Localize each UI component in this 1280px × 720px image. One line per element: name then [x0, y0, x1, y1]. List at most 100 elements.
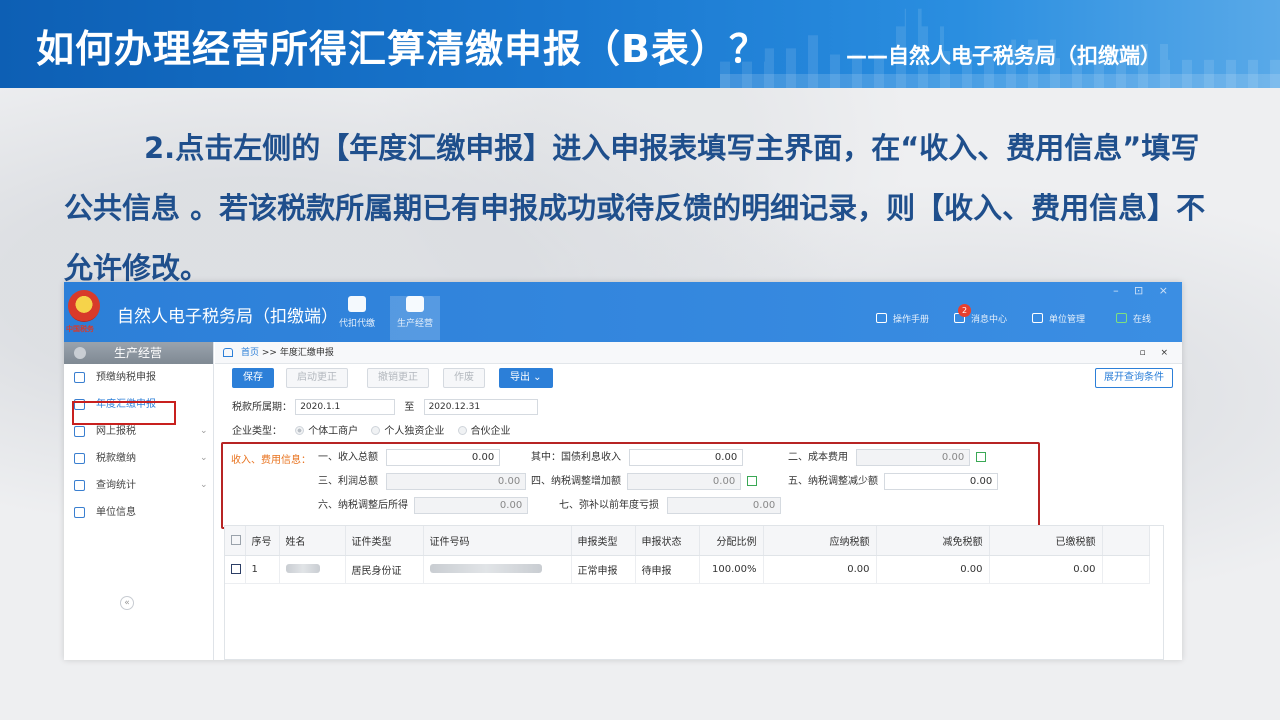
start-correction-button[interactable]: 启动更正: [286, 368, 348, 388]
period-start-value: 2020.1.1: [300, 402, 341, 412]
cost-expense-field: 二、成本费用 0.00: [788, 448, 987, 466]
period-end-field[interactable]: 2020.12.31: [423, 399, 538, 415]
tax-adjust-decrease-input[interactable]: 0.00: [884, 472, 999, 490]
column-header[interactable]: 申报状态: [635, 526, 700, 556]
tax-adjust-increase-field: 四、纳税调整增加额 0.00: [531, 472, 758, 490]
table-cell: 正常申报: [571, 555, 636, 584]
export-button[interactable]: 导出 ⌄: [499, 368, 553, 388]
sidebar-item-payment[interactable]: 税款缴纳 ⌄: [64, 445, 213, 472]
save-button[interactable]: 保存: [232, 368, 274, 388]
edit-icon[interactable]: [976, 452, 987, 462]
column-header[interactable]: 序号: [245, 526, 280, 556]
table-cell: 待申报: [635, 555, 700, 584]
slide-description: 2.点击左侧的【年度汇缴申报】进入申报表填写主界面，在“收入、费用信息”填写公共…: [64, 131, 1206, 285]
row-checkbox[interactable]: [231, 563, 241, 574]
radio-button[interactable]: [371, 426, 381, 435]
send-icon: [74, 426, 85, 437]
tax-adjust-increase-input: 0.00: [627, 472, 742, 490]
row-select-cell: [225, 555, 246, 584]
column-header[interactable]: 申报类型: [571, 526, 636, 556]
app-name: 自然人电子税务局（扣缴端）: [117, 307, 338, 327]
field-label: 六、纳税调整后所得: [318, 500, 408, 511]
slide-title: 如何办理经营所得汇算清缴申报（B表）？: [36, 27, 768, 71]
sidebar-item-label: 税款缴纳: [96, 453, 136, 464]
company-type-label: 企业类型：: [232, 426, 282, 437]
window-controls[interactable]: – ⊡ ×: [1113, 284, 1174, 297]
column-header[interactable]: 分配比例: [699, 526, 764, 556]
table-cell-spacer: [1102, 555, 1150, 584]
company-type-row: 企业类型： 个体工商户 个人独资企业 合伙企业: [232, 422, 511, 437]
column-header[interactable]: 减免税额: [876, 526, 990, 556]
field-label: 其中：国债利息收入: [531, 452, 621, 463]
breadcrumb-home[interactable]: 首页: [241, 348, 259, 358]
nav-business[interactable]: 生产经营: [390, 296, 440, 340]
sidebar-collapse-button[interactable]: «: [120, 596, 134, 610]
unit-management-link[interactable]: 单位管理: [1032, 312, 1085, 325]
highlight-annual-item: [72, 401, 176, 425]
field-label: 五、纳税调整减少额: [788, 476, 878, 487]
radio-button[interactable]: [295, 426, 305, 435]
total-income-input[interactable]: 0.00: [386, 448, 501, 466]
adjusted-income-field: 六、纳税调整后所得 0.00: [318, 496, 529, 514]
business-icon: [74, 347, 86, 359]
unit-management-label: 单位管理: [1049, 315, 1086, 325]
sidebar-item-unit-info[interactable]: 单位信息: [64, 499, 213, 526]
sidebar-item-prepay[interactable]: 预缴纳税申报: [64, 364, 213, 391]
expand-query-button[interactable]: 展开查询条件: [1095, 368, 1173, 388]
chevron-down-icon: ⌄: [200, 480, 208, 490]
column-header-spacer: [1102, 526, 1150, 556]
payment-icon: [74, 453, 85, 464]
table-cell: 0.00: [876, 555, 990, 584]
field-label: 三、利润总额: [318, 476, 378, 487]
period-start-field[interactable]: 2020.1.1: [295, 399, 396, 415]
online-status[interactable]: 在线: [1116, 312, 1151, 325]
redacted-id-number: [429, 564, 542, 573]
edit-icon[interactable]: [747, 476, 758, 486]
table-cell: 100.00%: [699, 555, 764, 584]
table-cell-id: [423, 555, 572, 584]
period-row: 税款所属期： 2020.1.1 至 2020.12.31: [232, 398, 538, 415]
adjusted-income-input: 0.00: [414, 496, 529, 514]
table-cell: 0.00: [989, 555, 1103, 584]
bond-interest-input[interactable]: 0.00: [629, 448, 744, 466]
total-profit-field: 三、利润总额 0.00: [318, 472, 527, 490]
manual-link[interactable]: 操作手册: [876, 312, 929, 325]
column-header[interactable]: 证件号码: [423, 526, 572, 556]
sidebar: 生产经营 预缴纳税申报 年度汇缴申报 网上报税 ⌄ 税款缴纳 ⌄ 查询统计 ⌄ 单位信…: [64, 342, 214, 660]
message-count-badge: 2: [958, 304, 971, 317]
chevron-down-icon: ⌄: [200, 426, 208, 436]
tab-controls[interactable]: ▫ ×: [1139, 342, 1174, 364]
online-label: 在线: [1133, 315, 1152, 325]
period-label: 税款所属期：: [232, 402, 292, 413]
table-header-row: 序号 姓名 证件类型 证件号码 申报类型 申报状态 分配比例 应纳税额 减免税额…: [225, 526, 1150, 556]
sidebar-item-label: 网上报税: [96, 426, 136, 437]
select-all-checkbox[interactable]: [231, 534, 241, 545]
field-label: 四、纳税调整增加额: [531, 476, 621, 487]
tax-adjust-decrease-field: 五、纳税调整减少额 0.00: [788, 472, 999, 490]
main-panel: 首页 >> 年度汇缴申报 ▫ × 保存 启动更正 撤销更正 作废 导出 ⌄ 展开…: [215, 342, 1182, 660]
sidebar-title: 生产经营: [114, 346, 163, 360]
field-label: 七、弥补以前年度亏损: [559, 500, 659, 511]
column-header[interactable]: 应纳税额: [763, 526, 877, 556]
column-header[interactable]: 已缴税额: [989, 526, 1103, 556]
list-icon: [74, 507, 85, 518]
column-header[interactable]: 证件类型: [345, 526, 424, 556]
income-expense-section: 收入、费用信息： 一、收入总额 0.00 其中：国债利息收入 0.00 二、成本…: [221, 442, 1040, 529]
table-row[interactable]: 1 居民身份证 正常申报 待申报 100.00% 0.00 0.00 0.00: [225, 555, 1150, 584]
field-label: 二、成本费用: [788, 452, 848, 463]
sidebar-item-label: 预缴纳税申报: [96, 372, 156, 383]
sidebar-item-label: 单位信息: [96, 507, 136, 518]
sidebar-header: 生产经营: [64, 342, 213, 364]
loss-offset-field: 七、弥补以前年度亏损 0.00: [559, 496, 782, 514]
column-header[interactable]: 姓名: [279, 526, 346, 556]
table-cell: 1: [245, 555, 280, 584]
sidebar-item-query[interactable]: 查询统计 ⌄: [64, 472, 213, 499]
table-cell-name: [279, 555, 346, 584]
nav-withholding-label: 代扣代缴: [338, 319, 375, 329]
radio-button[interactable]: [457, 426, 467, 435]
nav-withholding[interactable]: 代扣代缴: [332, 296, 382, 340]
void-button[interactable]: 作废: [443, 368, 485, 388]
cancel-correction-button[interactable]: 撤销更正: [367, 368, 429, 388]
sidebar-item-label: 查询统计: [96, 480, 136, 491]
coins-icon: [406, 296, 424, 312]
